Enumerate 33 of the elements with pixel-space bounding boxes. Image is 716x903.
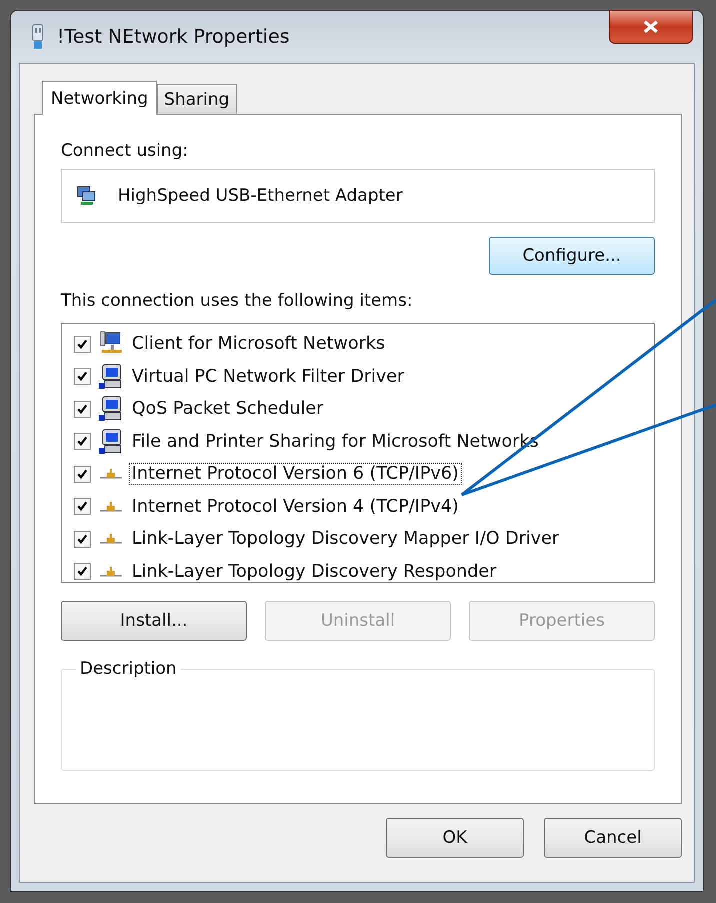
checkbox[interactable] (74, 368, 91, 386)
computer-icon (99, 428, 123, 455)
item-label[interactable]: Internet Protocol Version 4 (TCP/IPv4) (129, 496, 462, 518)
item-label[interactable]: Link-Layer Topology Discovery Mapper I/O Driver (129, 528, 562, 550)
checkbox[interactable] (74, 530, 91, 548)
checkbox[interactable] (74, 433, 91, 450)
checkbox[interactable] (74, 498, 91, 516)
computer-icon (99, 396, 123, 422)
description-title: Description (79, 659, 178, 679)
item-label[interactable]: QoS Packet Scheduler (129, 398, 327, 420)
connect-using-label: Connect using: (61, 141, 190, 161)
checkbox[interactable] (74, 336, 91, 353)
window-title: !Test NEtwork Properties (57, 26, 290, 48)
item-label[interactable]: Client for Microsoft Networks (129, 333, 388, 356)
computer-icon (99, 364, 123, 390)
item-action-button[interactable]: Install... (61, 601, 247, 641)
close-icon (642, 20, 660, 34)
item-label[interactable]: Internet Protocol Version 6 (TCP/IPv6) (129, 463, 462, 486)
tab[interactable]: Networking (42, 81, 158, 115)
dialog-button[interactable]: Cancel (544, 818, 682, 858)
dialog-button[interactable]: OK (386, 818, 524, 858)
usb-plug-icon (31, 24, 45, 50)
network-adapter-icon (76, 185, 98, 207)
checkbox[interactable] (74, 466, 91, 483)
configure-button[interactable]: Configure... (489, 237, 655, 275)
adapter-name: HighSpeed USB-Ethernet Adapter (118, 186, 403, 206)
item-label[interactable]: Link-Layer Topology Discovery Responder (129, 560, 500, 583)
checkbox[interactable] (74, 563, 91, 580)
tab[interactable]: Sharing (157, 84, 237, 114)
items-label: This connection uses the following items: (61, 291, 414, 311)
checkbox[interactable] (74, 400, 91, 418)
item-label[interactable]: Virtual PC Network Filter Driver (129, 366, 408, 388)
close-button[interactable] (609, 10, 693, 44)
